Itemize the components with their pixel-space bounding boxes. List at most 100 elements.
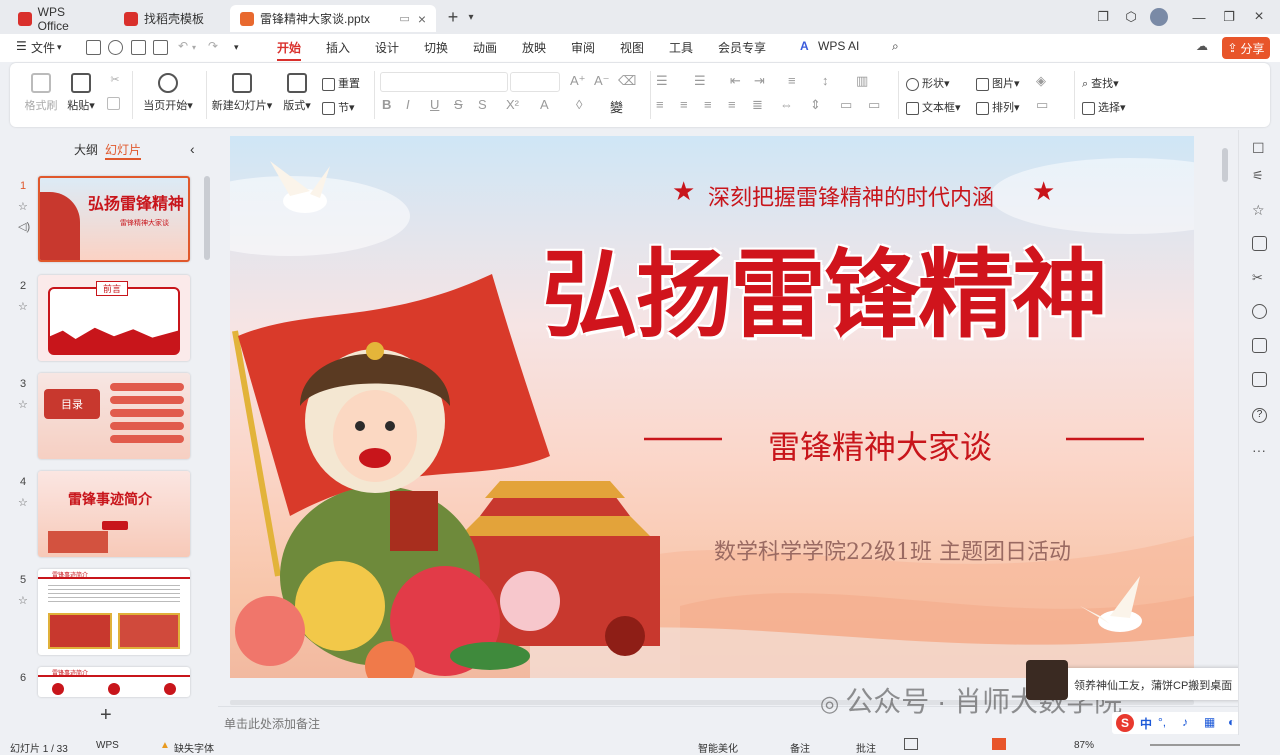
justify-icon[interactable]: ≡ — [728, 97, 736, 112]
align-right-icon[interactable]: ≡ — [704, 97, 712, 112]
cut-button[interactable]: ✂ — [106, 73, 124, 86]
close-window-icon[interactable]: × — [1250, 8, 1268, 26]
task-pane-icon[interactable]: ☐ — [1252, 140, 1267, 156]
text-direction-icon[interactable]: ≡ — [788, 73, 796, 88]
slide-thumbnail[interactable]: 雷锋事迹简介 — [38, 471, 190, 557]
slide-thumbnail[interactable]: 弘扬雷锋精神 雷锋精神大家谈 — [38, 176, 190, 262]
wps-ai-menu[interactable]: WPS AI — [818, 39, 859, 53]
menu-slideshow[interactable]: 放映 — [522, 39, 546, 56]
menu-animation[interactable]: 动画 — [473, 39, 497, 56]
menu-insert[interactable]: 插入 — [326, 39, 350, 56]
punctuation-icon[interactable]: °, — [1158, 715, 1166, 729]
zoom-slider[interactable] — [1150, 744, 1240, 746]
share-button[interactable]: ⇪ 分享 — [1222, 37, 1270, 59]
decrease-font-icon[interactable]: A⁻ — [594, 73, 610, 89]
share-link-icon[interactable] — [108, 40, 123, 55]
slide-thumbnail[interactable]: 前言 — [38, 275, 190, 361]
highlight-icon[interactable]: ◊ — [576, 97, 582, 112]
keyboard-icon[interactable]: ▦ — [1204, 715, 1215, 729]
cube-icon[interactable]: ⬡ — [1122, 8, 1140, 26]
shadow-icon[interactable]: S — [478, 97, 487, 112]
play-from-current-button[interactable]: 当页开始▾ — [138, 73, 198, 113]
chevron-down-icon[interactable]: ▾ — [57, 42, 62, 53]
shape-button[interactable]: 形状▾ — [906, 75, 950, 91]
format-painter-button[interactable]: 格式刷 — [24, 73, 58, 113]
find-button[interactable]: ⌕ 查找▾ — [1082, 75, 1119, 91]
section-button[interactable]: 节▾ — [322, 99, 355, 115]
new-slide-button[interactable]: 新建幻灯片▾ — [210, 73, 274, 113]
ime-mode[interactable]: 中 — [1140, 715, 1152, 732]
chevron-down-icon[interactable]: ▾ — [192, 43, 196, 52]
slide-thumbnail[interactable]: 目录 — [38, 373, 190, 459]
indent-icon[interactable]: ⇥ — [754, 73, 765, 89]
phonetic-icon[interactable]: 變 — [610, 97, 623, 116]
layout-button[interactable]: 版式▾ — [280, 73, 314, 113]
star-icon[interactable]: ☆ — [1252, 202, 1267, 218]
print-preview-icon[interactable] — [153, 40, 168, 55]
line-spacing-icon[interactable]: ↕ — [822, 73, 829, 88]
numbered-list-icon[interactable]: ☰ — [694, 73, 706, 89]
add-slide-icon[interactable]: + — [100, 704, 112, 727]
missing-font[interactable]: 缺失字体 — [174, 740, 214, 755]
align-left-icon[interactable]: ≡ — [656, 97, 664, 112]
avatar[interactable] — [1150, 8, 1168, 26]
save-icon[interactable] — [86, 40, 101, 55]
menu-home[interactable]: 开始 — [277, 39, 302, 61]
tab-document[interactable]: 雷锋精神大家谈.pptx ▭ × — [230, 5, 436, 32]
clear-format-icon[interactable]: ⌫ — [618, 73, 636, 89]
redo-icon[interactable]: ↷ — [208, 39, 218, 53]
textbox-button[interactable]: 文本框▾ — [906, 99, 961, 115]
book-icon[interactable] — [1252, 372, 1267, 387]
italic-icon[interactable]: I — [406, 97, 410, 112]
theme-name[interactable]: WPS — [96, 740, 119, 751]
smart-beautify[interactable]: 智能美化 — [698, 740, 738, 755]
bold-icon[interactable]: B — [382, 97, 391, 112]
columns-icon[interactable]: ▥ — [856, 73, 868, 89]
mic-icon[interactable]: ♪ — [1182, 715, 1188, 729]
menu-tools[interactable]: 工具 — [669, 39, 693, 56]
slide-top-subtitle[interactable]: 深刻把握雷锋精神的时代内涵 — [708, 180, 994, 212]
minimize-icon[interactable]: — — [1190, 8, 1208, 26]
outline-icon[interactable]: ▭ — [1036, 97, 1048, 113]
font-family-select[interactable] — [380, 72, 508, 92]
bullet-list-icon[interactable]: ☰ — [656, 73, 668, 89]
superscript-icon[interactable]: X² — [506, 97, 519, 112]
font-color-icon[interactable]: A — [540, 97, 549, 112]
tab-template[interactable]: 找稻壳模板 — [114, 5, 224, 32]
zoom-level[interactable]: 87% — [1074, 740, 1094, 751]
hamburger-icon[interactable]: ☰ — [16, 39, 27, 53]
normal-view-icon[interactable] — [904, 738, 918, 750]
text-align-icon[interactable]: ⇔ — [780, 97, 793, 112]
tools-icon[interactable]: ✂ — [1252, 270, 1267, 285]
slide-canvas[interactable]: ★ 深刻把握雷锋精神的时代内涵 ★ 弘扬雷锋精神 雷锋精神大家谈 数学科学学院2… — [230, 136, 1194, 678]
fill-icon[interactable]: ◈ — [1036, 73, 1046, 89]
chevron-down-icon[interactable]: ▾ — [462, 8, 480, 26]
menu-design[interactable]: 设计 — [375, 39, 399, 56]
outdent-icon[interactable]: ⇤ — [730, 73, 741, 89]
underline-icon[interactable]: U — [430, 97, 439, 112]
menu-view[interactable]: 视图 — [620, 39, 644, 56]
image-edit-icon[interactable] — [1252, 338, 1267, 353]
maximize-icon[interactable]: ❐ — [1220, 8, 1238, 26]
distribute-icon[interactable]: ≣ — [752, 97, 763, 113]
reset-button[interactable]: 重置 — [322, 75, 360, 91]
panel-scrollbar[interactable] — [204, 176, 210, 260]
vertical-align-icon[interactable]: ⇕ — [810, 97, 821, 113]
close-tab-icon[interactable]: × — [418, 11, 426, 27]
copy-button[interactable] — [106, 97, 124, 110]
convert-icon[interactable]: ▭ — [868, 97, 880, 113]
cloud-upload-icon[interactable]: ☁ — [1196, 39, 1208, 53]
align-center-icon[interactable]: ≡ — [680, 97, 688, 112]
paste-button[interactable]: 粘贴▾ — [64, 73, 98, 113]
arrange-button[interactable]: 排列▾ — [976, 99, 1020, 115]
slide-thumbnail[interactable]: 雷锋事迹简介 — [38, 569, 190, 655]
search-icon[interactable]: ⌕ — [892, 39, 899, 54]
slide-footer[interactable]: 数学科学学院22级1班 主题团日活动 — [714, 534, 1071, 566]
more-icon[interactable]: ··· — [1252, 442, 1267, 458]
window-restore-icon[interactable]: ❐ — [1094, 8, 1112, 26]
file-menu[interactable]: 文件 — [31, 39, 55, 56]
menu-review[interactable]: 审阅 — [571, 39, 595, 56]
slide-title[interactable]: 弘扬雷锋精神 — [542, 240, 1108, 350]
tab-wps-office[interactable]: WPS Office — [8, 5, 108, 33]
print-icon[interactable] — [131, 40, 146, 55]
